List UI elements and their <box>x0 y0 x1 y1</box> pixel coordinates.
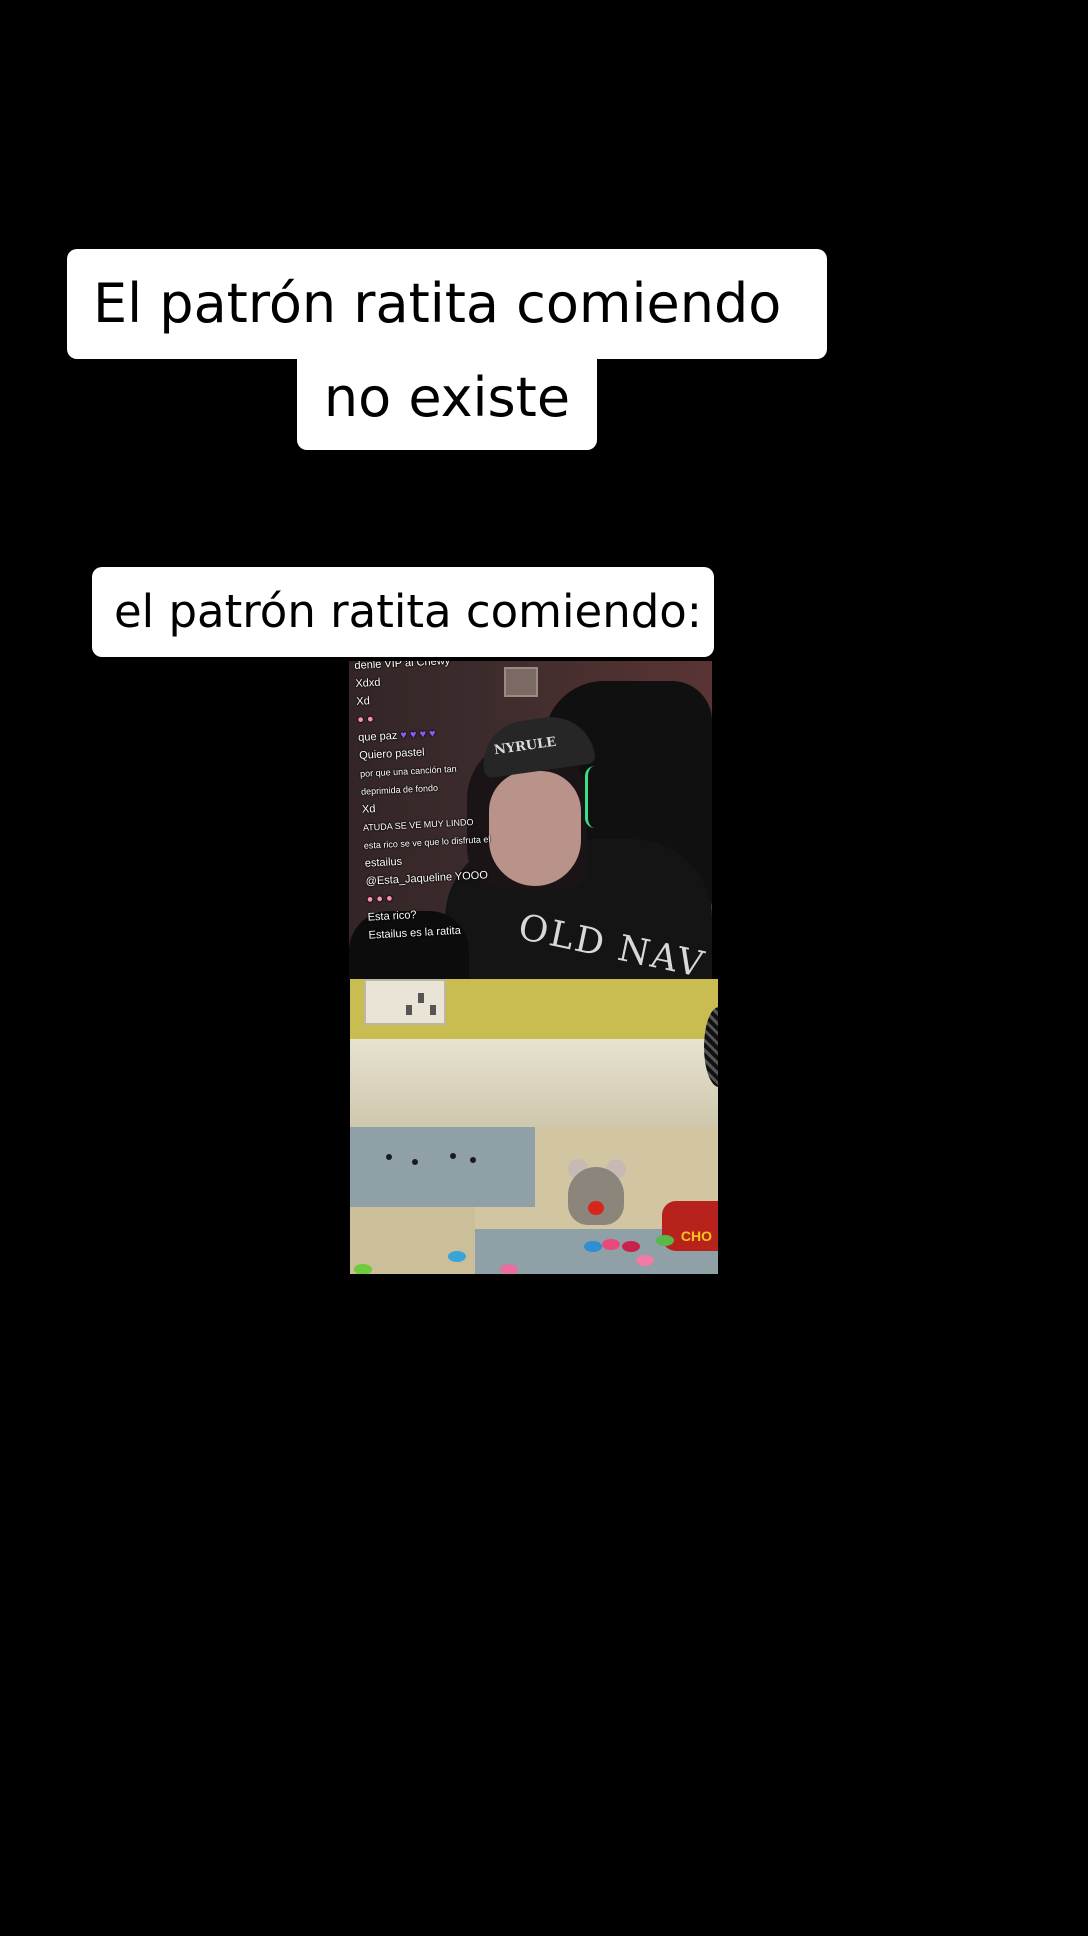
floor-tile <box>350 1207 475 1274</box>
emote-icon: ● ● ● <box>366 892 394 906</box>
outlet-hole <box>406 1005 412 1015</box>
crumb <box>470 1157 476 1163</box>
outlet-hole <box>418 993 424 1003</box>
animation-video-frame: CHO <box>350 979 718 1274</box>
candy <box>584 1241 602 1252</box>
stream-video-frame: OLD NAV NYRULE denle VIP al Chewy Xdxd X… <box>349 661 712 979</box>
power-outlet-icon <box>364 979 446 1025</box>
mouse-character <box>568 1167 624 1225</box>
floor-tile <box>350 1127 535 1207</box>
crumb <box>412 1159 418 1165</box>
candy <box>448 1251 466 1262</box>
caption-title-line-2: no existe <box>297 355 597 450</box>
crumb <box>386 1154 392 1160</box>
emote-icon: ● ● <box>356 713 374 726</box>
wall-light <box>504 667 538 697</box>
purple-heart-icon: ♥ ♥ ♥ ♥ <box>400 727 436 742</box>
candy <box>636 1255 654 1266</box>
candy <box>602 1239 620 1250</box>
outlet-hole <box>430 1005 436 1015</box>
heart-icon <box>588 1201 604 1215</box>
crumb <box>450 1153 456 1159</box>
candy <box>622 1241 640 1252</box>
candy <box>354 1264 372 1274</box>
candy <box>656 1235 674 1246</box>
headphones-icon <box>585 766 610 828</box>
caption-title-line-1: El patrón ratita comiendo <box>67 249 827 359</box>
baseboard <box>350 1039 718 1127</box>
caption-secondary: el patrón ratita comiendo: <box>92 567 714 657</box>
chat-text: que paz <box>357 729 398 744</box>
candy <box>500 1264 518 1274</box>
chat-overlay: denle VIP al Chewy Xdxd Xd ● ● que paz ♥… <box>354 661 519 945</box>
